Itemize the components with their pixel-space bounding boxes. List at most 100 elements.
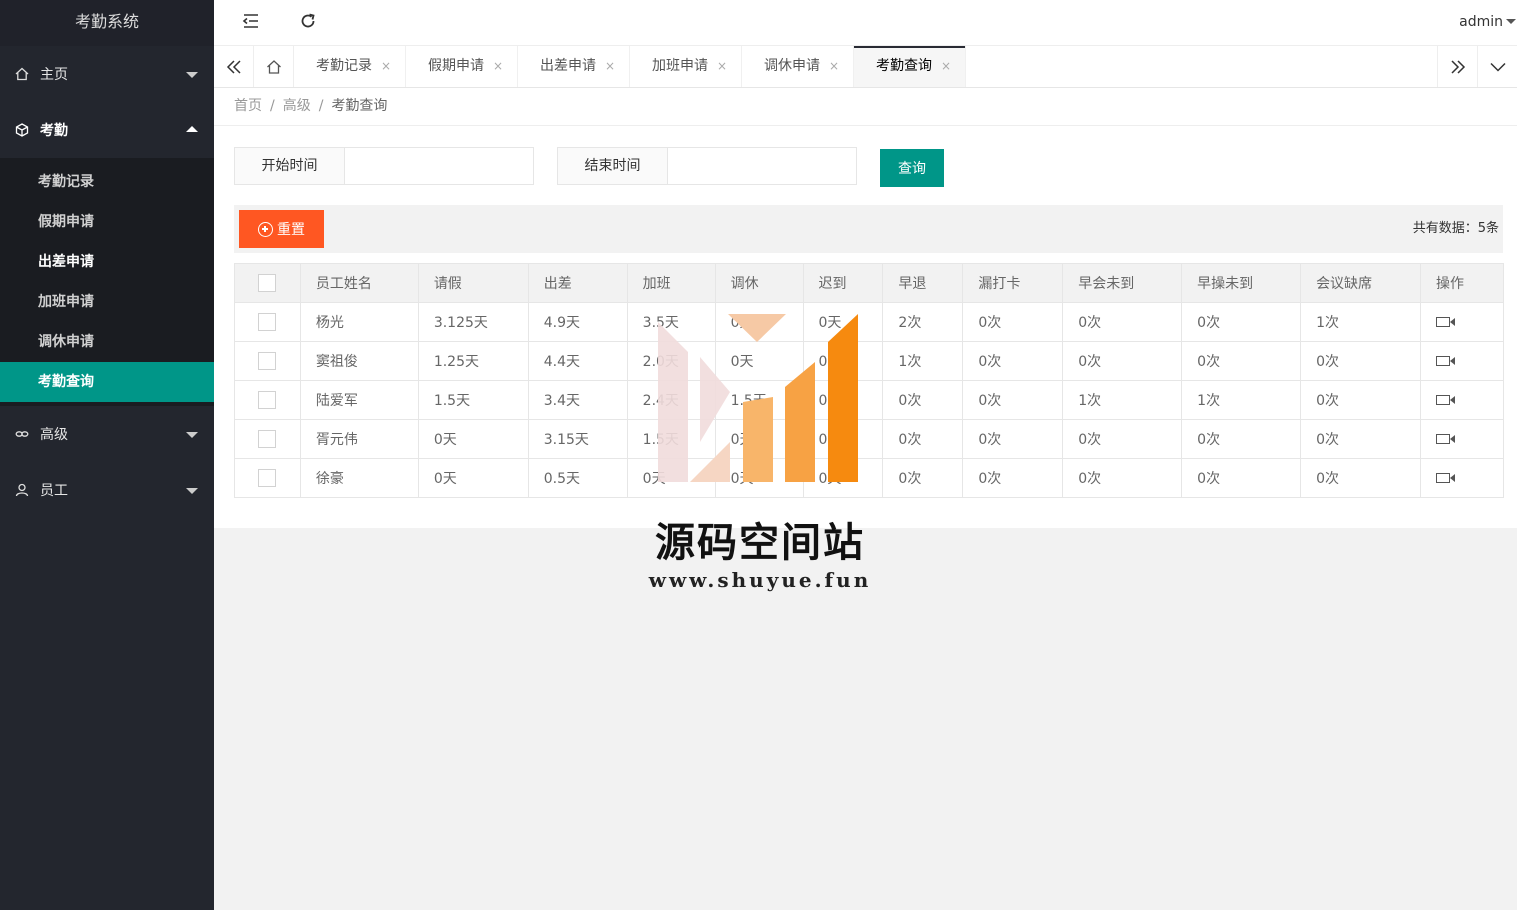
table-cell: 4.4天 <box>527 341 628 381</box>
tab-attendance-query[interactable]: 考勤查询 × <box>854 46 966 87</box>
tabs-scroll-left-icon[interactable] <box>214 46 254 87</box>
table-cell: 0次 <box>1181 302 1302 342</box>
table-cell: 胥元伟 <box>299 419 419 459</box>
sidebar-subitem-leave-request[interactable]: 假期申请 <box>0 202 214 242</box>
close-icon[interactable]: × <box>941 46 951 87</box>
chevron-up-icon <box>186 126 198 132</box>
end-time-input[interactable] <box>668 148 856 184</box>
table-cell: 徐豪 <box>299 458 419 498</box>
row-select-cell <box>234 458 301 498</box>
table-cell: 0天 <box>802 458 884 498</box>
breadcrumb-separator: / <box>270 98 275 114</box>
close-icon[interactable]: × <box>717 46 727 87</box>
table-row: 胥元伟 0天 3.15天 1.5天 0天 0天 0次 0次 0次 0次 0次 <box>234 419 1505 459</box>
sidebar-item-home[interactable]: 主页 <box>0 46 214 102</box>
column-header[interactable]: 加班 <box>626 263 716 303</box>
reset-button[interactable]: 重置 <box>239 210 324 248</box>
home-tab-icon[interactable] <box>254 46 294 87</box>
tab-overtime[interactable]: 加班申请 × <box>630 46 742 87</box>
table-cell: 3.15天 <box>527 419 628 459</box>
column-header[interactable]: 早退 <box>882 263 964 303</box>
sidebar-subitem-attendance-query[interactable]: 考勤查询 <box>0 362 214 402</box>
row-checkbox[interactable] <box>258 430 277 448</box>
menu-fold-icon[interactable] <box>242 12 264 34</box>
table-toolbar: 重置 共有数据：5条 <box>234 205 1503 253</box>
tab-attendance-record[interactable]: 考勤记录 × <box>294 46 406 87</box>
breadcrumb-current: 考勤查询 <box>331 98 388 114</box>
table-cell: 3.5天 <box>626 302 716 342</box>
column-header[interactable]: 早会未到 <box>1062 263 1183 303</box>
close-icon[interactable]: × <box>381 46 391 87</box>
column-header[interactable]: 出差 <box>527 263 628 303</box>
video-camera-icon[interactable] <box>1435 434 1455 444</box>
sidebar-item-employee[interactable]: 员工 <box>0 462 214 518</box>
table-cell: 0次 <box>962 419 1064 459</box>
column-header[interactable]: 调休 <box>714 263 804 303</box>
tab-business-trip[interactable]: 出差申请 × <box>518 46 630 87</box>
table-cell: 4.9天 <box>527 302 628 342</box>
table-cell: 0次 <box>882 458 964 498</box>
video-camera-icon[interactable] <box>1435 317 1455 327</box>
column-header[interactable]: 迟到 <box>802 263 884 303</box>
breadcrumb: 首页 / 高级 / 考勤查询 <box>214 88 1517 126</box>
table-cell: 0天 <box>714 302 804 342</box>
close-icon[interactable]: × <box>605 46 615 87</box>
table-cell: 0次 <box>882 380 964 420</box>
column-header[interactable]: 员工姓名 <box>299 263 419 303</box>
video-camera-icon[interactable] <box>1435 356 1455 366</box>
column-header[interactable]: 早操未到 <box>1181 263 1302 303</box>
close-icon[interactable]: × <box>493 46 503 87</box>
tab-time-off[interactable]: 调休申请 × <box>742 46 854 87</box>
sidebar-item-label: 主页 <box>40 67 68 83</box>
user-icon <box>14 482 30 498</box>
home-icon <box>14 66 30 82</box>
tab-leave-request[interactable]: 假期申请 × <box>406 46 518 87</box>
chevron-down-icon <box>186 72 198 78</box>
start-time-group: 开始时间 <box>234 147 534 185</box>
select-all-checkbox[interactable] <box>258 274 277 292</box>
table-cell: 1.25天 <box>417 341 529 381</box>
table-cell: 0次 <box>1062 341 1183 381</box>
column-header[interactable]: 会议缺席 <box>1300 263 1421 303</box>
sidebar-subitem-overtime[interactable]: 加班申请 <box>0 282 214 322</box>
tabs-scroll-right-icon[interactable] <box>1437 46 1477 87</box>
table-row: 陆爱军 1.5天 3.4天 2.4天 1.5天 0天 0次 0次 1次 1次 0次 <box>234 380 1505 420</box>
column-header[interactable]: 漏打卡 <box>962 263 1064 303</box>
tabs-menu-chevron-down-icon[interactable] <box>1477 46 1517 87</box>
video-camera-icon[interactable] <box>1435 395 1455 405</box>
table-cell: 0次 <box>1300 341 1421 381</box>
close-icon[interactable]: × <box>829 46 839 87</box>
table-cell: 0天 <box>714 341 804 381</box>
refresh-icon[interactable] <box>299 12 321 34</box>
watermark-url: www.shuyue.fun <box>648 568 872 592</box>
table-cell: 窦祖俊 <box>299 341 419 381</box>
breadcrumb-advanced[interactable]: 高级 <box>283 98 311 114</box>
reset-button-label: 重置 <box>277 221 305 237</box>
table-cell: 0次 <box>882 419 964 459</box>
video-camera-icon[interactable] <box>1435 473 1455 483</box>
table-cell: 0次 <box>1181 458 1302 498</box>
sidebar-subitem-attendance-record[interactable]: 考勤记录 <box>0 162 214 202</box>
start-time-input[interactable] <box>345 148 533 184</box>
table-cell: 1.5天 <box>626 419 716 459</box>
sidebar-item-attendance[interactable]: 考勤 <box>0 102 214 158</box>
table-cell: 0次 <box>1181 419 1302 459</box>
row-checkbox[interactable] <box>258 313 277 331</box>
sidebar-subnav: 考勤记录 假期申请 出差申请 加班申请 调休申请 考勤查询 <box>0 158 214 406</box>
breadcrumb-home[interactable]: 首页 <box>234 98 262 114</box>
column-header[interactable]: 请假 <box>417 263 529 303</box>
sidebar-subitem-time-off[interactable]: 调休申请 <box>0 322 214 362</box>
user-menu[interactable]: admin <box>1459 0 1517 44</box>
sidebar-item-advanced[interactable]: 高级 <box>0 406 214 462</box>
row-checkbox[interactable] <box>258 391 277 409</box>
tab-label: 考勤记录 <box>316 58 372 74</box>
row-checkbox[interactable] <box>258 352 277 370</box>
end-time-group: 结束时间 <box>557 147 857 185</box>
table-row: 窦祖俊 1.25天 4.4天 2.0天 0天 0天 1次 0次 0次 0次 0次 <box>234 341 1505 381</box>
row-select-cell <box>234 419 301 459</box>
table-cell: 0次 <box>1300 419 1421 459</box>
query-button[interactable]: 查询 <box>880 149 944 187</box>
sidebar-subitem-business-trip[interactable]: 出差申请 <box>0 242 214 282</box>
table-cell: 0天 <box>417 458 529 498</box>
row-checkbox[interactable] <box>258 469 277 487</box>
